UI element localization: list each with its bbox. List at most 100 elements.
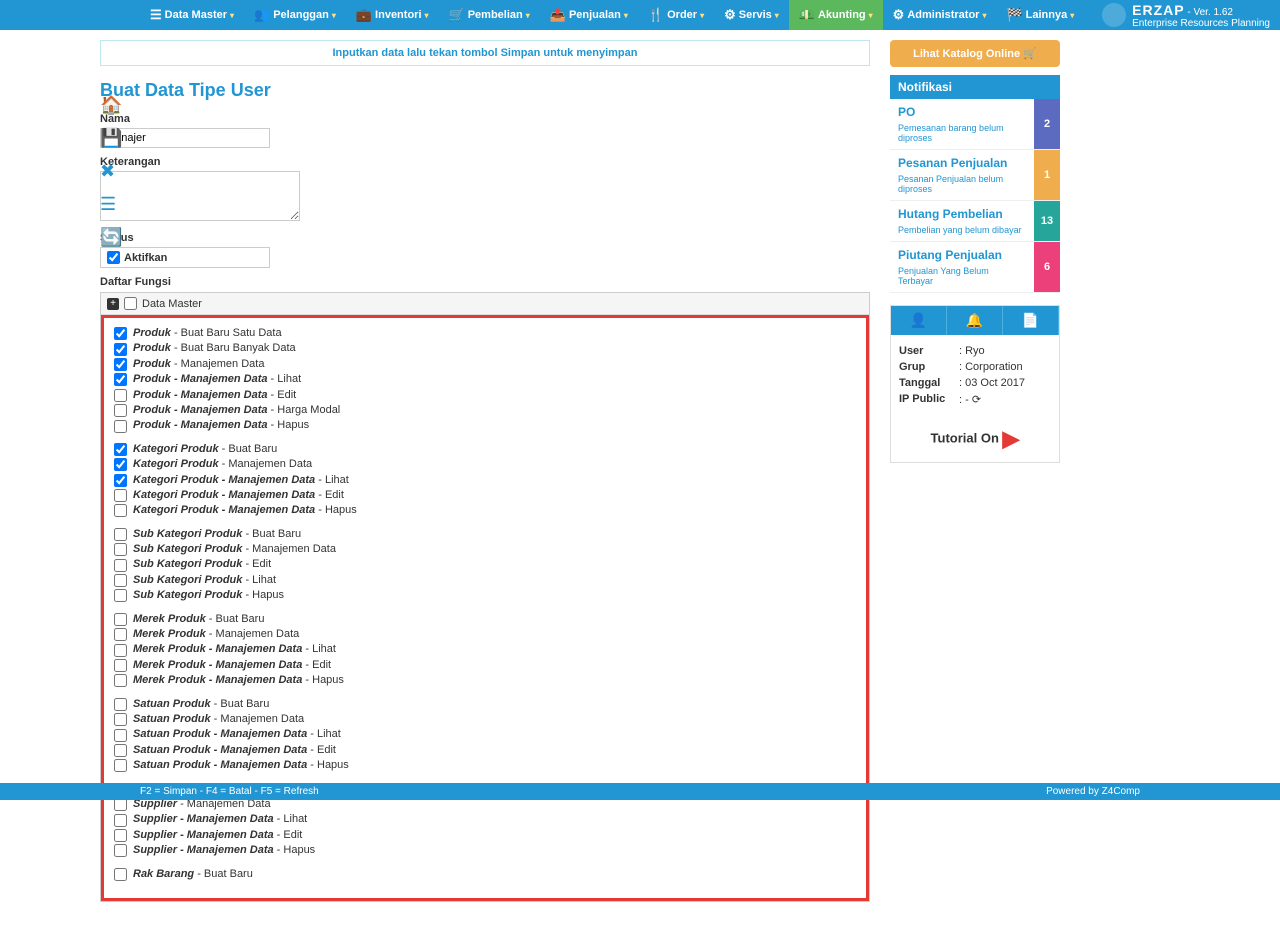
func-checkbox[interactable] [114, 628, 127, 641]
notif-item[interactable]: Pesanan PenjualanPesanan Penjualan belum… [890, 150, 1060, 201]
func-item[interactable]: Produk - Manajemen Data - Edit [114, 388, 856, 403]
nav-inventori[interactable]: 💼Inventori▾ [346, 0, 439, 30]
func-checkbox[interactable] [114, 443, 127, 456]
label-status: Status [100, 232, 870, 244]
func-item[interactable]: Produk - Manajemen Data - Hapus [114, 418, 856, 433]
func-checkbox[interactable] [114, 744, 127, 757]
func-item[interactable]: Produk - Buat Baru Satu Data [114, 326, 856, 341]
func-item[interactable]: Satuan Produk - Manajemen Data - Lihat [114, 727, 856, 742]
list-icon[interactable]: ☰ [100, 194, 122, 215]
nav-lainnya[interactable]: 🏁Lainnya▾ [996, 0, 1084, 30]
func-checkbox[interactable] [114, 373, 127, 386]
nav-pembelian[interactable]: 🛒Pembelian▾ [439, 0, 540, 30]
katalog-button[interactable]: Lihat Katalog Online 🛒 [890, 40, 1060, 67]
func-checkbox[interactable] [114, 729, 127, 742]
func-checkbox[interactable] [114, 574, 127, 587]
func-checkbox[interactable] [114, 528, 127, 541]
func-checkbox[interactable] [114, 798, 127, 811]
func-item[interactable]: Merek Produk - Manajemen Data - Edit [114, 658, 856, 673]
func-checkbox[interactable] [114, 868, 127, 881]
nama-input[interactable] [100, 128, 270, 148]
func-checkbox[interactable] [114, 759, 127, 772]
func-item[interactable]: Kategori Produk - Manajemen Data - Hapus [114, 503, 856, 518]
func-checkbox[interactable] [114, 674, 127, 687]
cancel-icon[interactable]: ✖ [100, 161, 122, 182]
func-checkbox[interactable] [114, 559, 127, 572]
user-icon[interactable]: 👤 [891, 306, 947, 335]
func-checkbox[interactable] [114, 327, 127, 340]
refresh-icon[interactable]: 🔄 [100, 227, 122, 248]
func-item[interactable]: Supplier - Manajemen Data - Edit [114, 828, 856, 843]
nav-akunting[interactable]: 💵Akunting▾ [789, 0, 883, 30]
func-item[interactable]: Produk - Buat Baru Banyak Data [114, 341, 856, 356]
func-item[interactable]: Sub Kategori Produk - Hapus [114, 588, 856, 603]
expand-icon[interactable]: + [107, 298, 119, 310]
home-icon[interactable]: 🏠 [100, 95, 122, 116]
status-row[interactable]: Aktifkan [100, 247, 270, 268]
func-item[interactable]: Kategori Produk - Manajemen Data - Edit [114, 488, 856, 503]
nav-data-master[interactable]: ☰Data Master▾ [140, 0, 244, 30]
func-item[interactable]: Merek Produk - Manajemen Data - Hapus [114, 673, 856, 688]
nav-administrator[interactable]: ⚙Administrator▾ [883, 0, 997, 30]
func-item[interactable]: Produk - Manajemen Data - Harga Modal [114, 403, 856, 418]
func-item[interactable]: Produk - Manajemen Data - Lihat [114, 372, 856, 387]
func-item[interactable]: Satuan Produk - Buat Baru [114, 697, 856, 712]
func-checkbox[interactable] [114, 644, 127, 657]
notif-item[interactable]: Piutang PenjualanPenjualan Yang Belum Te… [890, 242, 1060, 293]
info-row: IP Public: - ⟳ [899, 391, 1051, 408]
info-tabs: 👤 🔔 📄 [891, 306, 1059, 335]
func-checkbox[interactable] [114, 474, 127, 487]
footer: F2 = Simpan - F4 = Batal - F5 = Refresh … [0, 783, 1280, 800]
doc-icon[interactable]: 📄 [1003, 306, 1059, 335]
func-checkbox[interactable] [114, 829, 127, 842]
func-item[interactable]: Sub Kategori Produk - Buat Baru [114, 527, 856, 542]
notif-item[interactable]: POPemesanan barang belum diproses2 [890, 99, 1060, 150]
func-item[interactable]: Satuan Produk - Manajemen Data [114, 712, 856, 727]
func-checkbox[interactable] [114, 589, 127, 602]
func-checkbox[interactable] [114, 458, 127, 471]
func-checkbox[interactable] [114, 844, 127, 857]
func-item[interactable]: Supplier - Manajemen Data - Hapus [114, 843, 856, 858]
nav-pelanggan[interactable]: 👥Pelanggan▾ [244, 0, 346, 30]
func-item[interactable]: Sub Kategori Produk - Edit [114, 557, 856, 572]
func-item[interactable]: Merek Produk - Manajemen Data [114, 627, 856, 642]
save-icon[interactable]: 💾 [100, 128, 122, 149]
func-item[interactable]: Satuan Produk - Manajemen Data - Edit [114, 743, 856, 758]
func-item[interactable]: Kategori Produk - Buat Baru [114, 442, 856, 457]
func-item[interactable]: Merek Produk - Buat Baru [114, 612, 856, 627]
func-checkbox[interactable] [114, 613, 127, 626]
keterangan-input[interactable] [100, 171, 300, 221]
tutorial-link[interactable]: Tutorial On ▶ [891, 416, 1059, 462]
func-checkbox[interactable] [114, 659, 127, 672]
func-checkbox[interactable] [114, 713, 127, 726]
func-checkbox[interactable] [114, 358, 127, 371]
func-item[interactable]: Merek Produk - Manajemen Data - Lihat [114, 642, 856, 657]
func-checkbox[interactable] [114, 489, 127, 502]
func-item[interactable]: Supplier - Manajemen Data - Lihat [114, 812, 856, 827]
func-item[interactable]: Sub Kategori Produk - Manajemen Data [114, 542, 856, 557]
nav-order[interactable]: 🍴Order▾ [638, 0, 714, 30]
func-item[interactable]: Satuan Produk - Manajemen Data - Hapus [114, 758, 856, 773]
func-item[interactable]: Sub Kategori Produk - Lihat [114, 573, 856, 588]
func-checkbox[interactable] [114, 420, 127, 433]
bell-icon[interactable]: 🔔 [947, 306, 1003, 335]
func-checkbox[interactable] [114, 343, 127, 356]
func-checkbox[interactable] [114, 389, 127, 402]
group-header[interactable]: + Data Master [101, 293, 869, 315]
func-item[interactable]: Kategori Produk - Manajemen Data - Lihat [114, 473, 856, 488]
info-row: Grup: Corporation [899, 359, 1051, 375]
func-checkbox[interactable] [114, 698, 127, 711]
func-checkbox[interactable] [114, 543, 127, 556]
notif-item[interactable]: Hutang PembelianPembelian yang belum dib… [890, 201, 1060, 242]
top-nav: ☰Data Master▾👥Pelanggan▾💼Inventori▾🛒Pemb… [0, 0, 1280, 30]
func-checkbox[interactable] [114, 504, 127, 517]
aktifkan-checkbox[interactable] [107, 251, 120, 264]
group-checkbox[interactable] [124, 297, 137, 310]
func-checkbox[interactable] [114, 404, 127, 417]
func-item[interactable]: Produk - Manajemen Data [114, 357, 856, 372]
nav-servis[interactable]: ⚙Servis▾ [714, 0, 789, 30]
func-item[interactable]: Kategori Produk - Manajemen Data [114, 457, 856, 472]
nav-penjualan[interactable]: 📤Penjualan▾ [540, 0, 638, 30]
func-item[interactable]: Rak Barang - Buat Baru [114, 867, 856, 882]
func-checkbox[interactable] [114, 814, 127, 827]
